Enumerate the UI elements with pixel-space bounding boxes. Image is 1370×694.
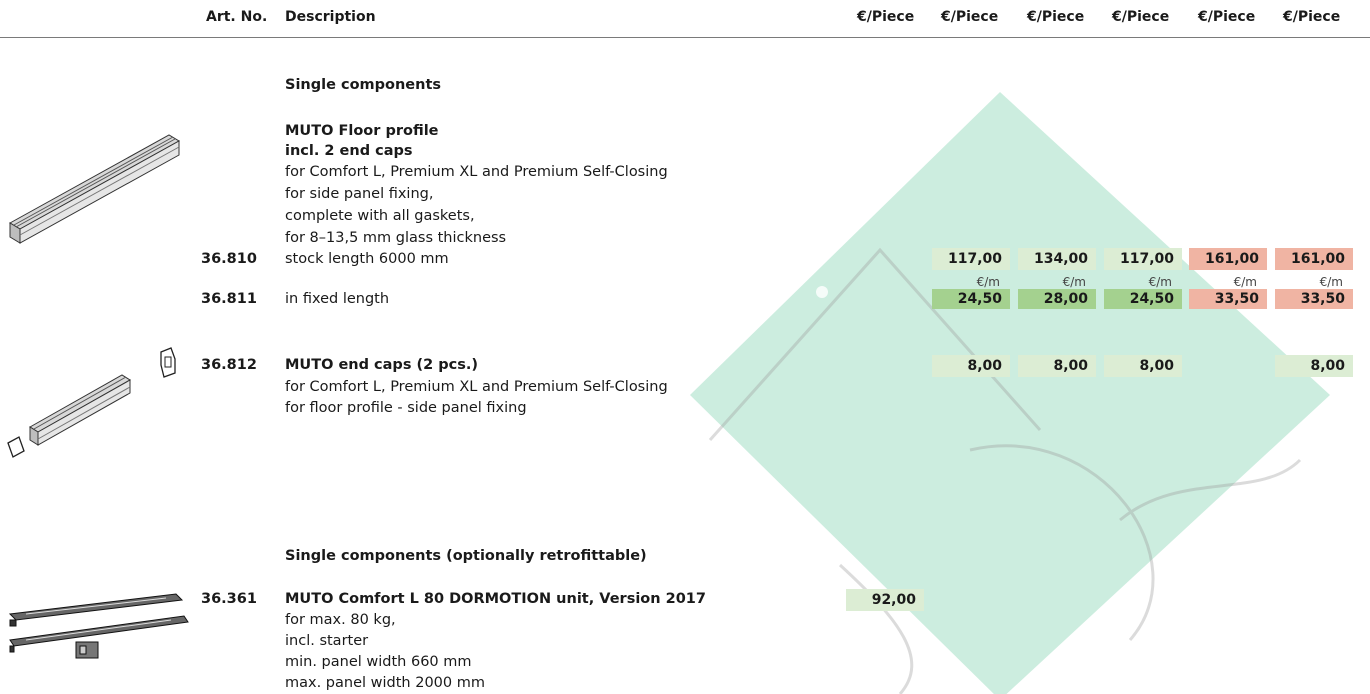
price-36810-col2: 117,00 <box>932 248 1010 270</box>
floor-profile-title: MUTO Floor profile <box>285 123 439 139</box>
header-price-col-5: €/Piece <box>1198 9 1256 25</box>
end-caps-desc-2: for floor profile - side panel fixing <box>285 400 527 416</box>
header-price-col-3: €/Piece <box>1027 9 1085 25</box>
art-no-36811: 36.811 <box>201 291 257 307</box>
dormotion-title: MUTO Comfort L 80 DORMOTION unit, Versio… <box>285 591 706 607</box>
header-description: Description <box>285 9 376 25</box>
price-36810-col5: 161,00 <box>1189 248 1267 270</box>
dormotion-desc-2: incl. starter <box>285 633 369 649</box>
dormotion-desc-3: min. panel width 660 mm <box>285 654 472 670</box>
header-price-col-4: €/Piece <box>1112 9 1170 25</box>
floor-profile-desc-4: for 8–13,5 mm glass thickness <box>285 230 507 246</box>
unit-col4: €/m <box>1148 275 1172 289</box>
header-price-col-1: €/Piece <box>857 9 915 25</box>
dormotion-desc-1: for max. 80 kg, <box>285 612 396 628</box>
end-caps-title: MUTO end caps (2 pcs.) <box>285 357 478 373</box>
price-36812-col2: 8,00 <box>932 355 1010 377</box>
price-36812-col6: 8,00 <box>1275 355 1353 377</box>
price-36811-col2: 24,50 <box>932 289 1010 309</box>
price-36811-col5: 33,50 <box>1189 289 1267 309</box>
section-title: Single components <box>285 77 442 93</box>
end-caps-desc-1: for Comfort L, Premium XL and Premium Se… <box>285 379 668 395</box>
floor-profile-image <box>8 134 181 244</box>
price-36811-col4: 24,50 <box>1104 289 1182 309</box>
price-36811-col6: 33,50 <box>1275 289 1353 309</box>
header-rule <box>0 37 1370 38</box>
header-art-no: Art. No. <box>206 9 268 25</box>
header-price-col-2: €/Piece <box>941 9 999 25</box>
dormotion-unit-image <box>8 593 189 659</box>
floor-profile-desc-1: for Comfort L, Premium XL and Premium Se… <box>285 164 668 180</box>
price-36811-col3: 28,00 <box>1018 289 1096 309</box>
floor-profile-desc-2: for side panel fixing, <box>285 186 434 202</box>
price-36810-col6: 161,00 <box>1275 248 1353 270</box>
price-36812-col4: 8,00 <box>1104 355 1182 377</box>
floor-profile-subtitle: incl. 2 end caps <box>285 143 413 159</box>
art-no-36810: 36.810 <box>201 251 257 267</box>
dormotion-desc-4: max. panel width 2000 mm <box>285 675 485 691</box>
floor-profile-desc-3: complete with all gaskets, <box>285 208 475 224</box>
unit-col3: €/m <box>1062 275 1086 289</box>
section-title-retrofittable: Single components (optionally retrofitta… <box>285 548 647 564</box>
end-caps-image <box>7 347 176 458</box>
art-no-36812: 36.812 <box>201 357 257 373</box>
art-no-36361: 36.361 <box>201 591 257 607</box>
price-36812-col3: 8,00 <box>1018 355 1096 377</box>
unit-col5: €/m <box>1233 275 1257 289</box>
unit-col2: €/m <box>976 275 1000 289</box>
price-36810-col3: 134,00 <box>1018 248 1096 270</box>
fixed-length-desc: in fixed length <box>285 291 390 307</box>
header-price-col-6: €/Piece <box>1283 9 1341 25</box>
stock-length-desc: stock length 6000 mm <box>285 251 449 267</box>
price-36361-col1: 92,00 <box>846 589 924 611</box>
unit-col6: €/m <box>1319 275 1343 289</box>
price-36810-col4: 117,00 <box>1104 248 1182 270</box>
